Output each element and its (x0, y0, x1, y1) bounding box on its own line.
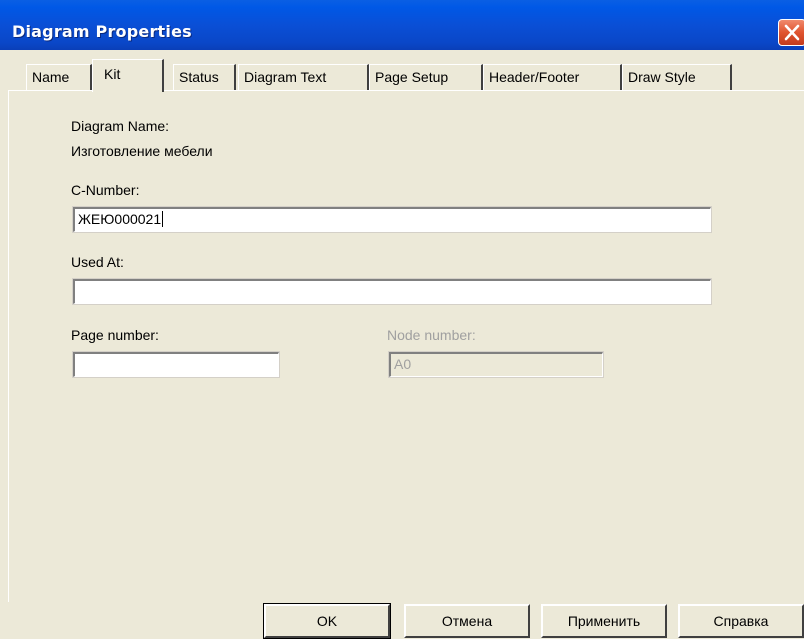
cancel-button-label: Отмена (441, 613, 493, 629)
text-caret (162, 211, 164, 227)
node-number-value: A0 (394, 356, 412, 372)
close-icon (784, 24, 800, 41)
tab-diagram-text[interactable]: Diagram Text (238, 64, 369, 90)
tab-name[interactable]: Name (26, 64, 92, 90)
used-at-field[interactable] (72, 278, 712, 305)
dialog-window: Diagram Properties Name Kit Status Diagr… (0, 0, 804, 639)
cancel-button[interactable]: Отмена (404, 604, 530, 638)
tab-label: Status (179, 69, 219, 85)
tab-draw-style[interactable]: Draw Style (622, 64, 732, 90)
page-number-label: Page number: (71, 327, 159, 343)
tab-header-footer[interactable]: Header/Footer (483, 64, 622, 90)
c-number-label: C-Number: (71, 182, 140, 198)
tab-label: Page Setup (375, 69, 449, 85)
window-title: Diagram Properties (12, 22, 192, 41)
diagram-name-label: Diagram Name: (71, 118, 170, 134)
help-button-label: Справка (713, 613, 769, 629)
node-number-label: Node number: (387, 327, 476, 343)
tab-kit[interactable]: Kit (92, 59, 164, 92)
c-number-field[interactable]: ЖЕЮ000021 (72, 206, 712, 233)
page-number-field[interactable] (72, 351, 280, 378)
help-button[interactable]: Справка (678, 604, 804, 638)
apply-button[interactable]: Применить (541, 604, 667, 638)
tab-label: Header/Footer (489, 69, 580, 85)
tab-label: Diagram Text (244, 69, 327, 85)
used-at-label: Used At: (71, 254, 124, 270)
ok-button-label: OK (316, 613, 338, 629)
tab-label: Draw Style (628, 69, 696, 85)
ok-button[interactable]: OK (263, 603, 391, 639)
title-bar[interactable]: Diagram Properties (0, 0, 804, 50)
node-number-field: A0 (388, 351, 604, 378)
c-number-value: ЖЕЮ000021 (78, 211, 162, 227)
diagram-name-value: Изготовление мебели (71, 143, 213, 159)
apply-button-label: Применить (567, 613, 641, 629)
tab-page-setup[interactable]: Page Setup (369, 64, 483, 90)
tab-panel-kit: Diagram Name: Изготовление мебели C-Numb… (8, 90, 804, 602)
tab-label: Name (32, 69, 70, 85)
tab-status[interactable]: Status (173, 64, 236, 90)
tab-label: Kit (104, 66, 121, 82)
close-button[interactable] (778, 19, 804, 46)
